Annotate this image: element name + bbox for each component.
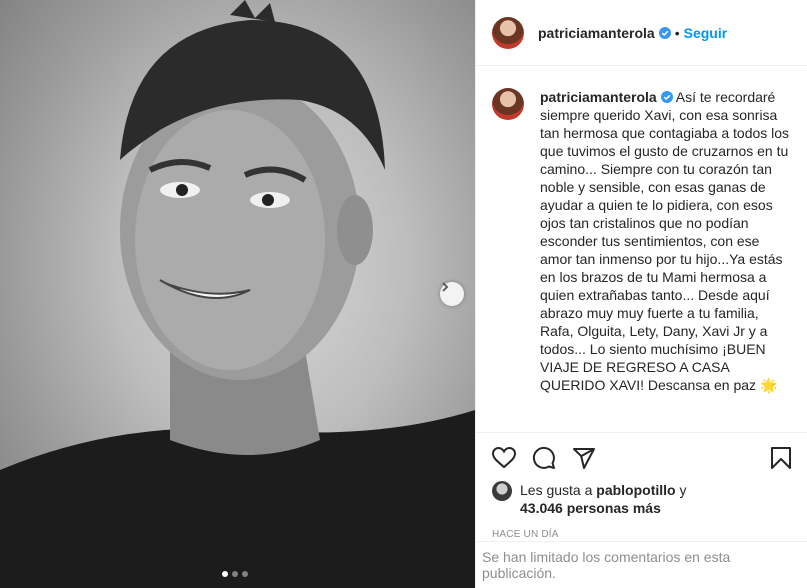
likes-count[interactable]: 43.046 personas más — [520, 500, 661, 516]
carousel-dot — [232, 571, 238, 577]
chevron-right-icon — [442, 282, 449, 292]
heart-icon — [492, 447, 516, 469]
liker-username[interactable]: pablopotillo — [596, 482, 675, 498]
save-button[interactable] — [770, 446, 792, 470]
caption-section: patriciamanterola Así te recordaré siemp… — [476, 66, 807, 432]
avatar[interactable] — [492, 16, 524, 49]
likes-summary: Les gusta a pablopotillo y 43.046 person… — [492, 481, 792, 517]
caption: patriciamanterola Así te recordaré siemp… — [540, 88, 792, 432]
follow-button[interactable]: Seguir — [684, 25, 728, 41]
username-link[interactable]: patriciamanterola — [538, 25, 655, 41]
like-button[interactable] — [492, 447, 516, 469]
post-photo — [0, 0, 475, 588]
post-actions: Les gusta a pablopotillo y 43.046 person… — [476, 432, 807, 540]
carousel-next-button[interactable] — [440, 282, 464, 306]
post-sidebar: patriciamanterola • Seguir patriciamante… — [475, 0, 807, 588]
post-timestamp[interactable]: HACE UN DÍA — [492, 529, 792, 540]
share-icon — [573, 448, 595, 469]
comments-limited-notice: Se han limitado los comentarios en esta … — [476, 541, 807, 588]
carousel-dot — [242, 571, 248, 577]
action-icons — [492, 443, 792, 473]
post-header: patriciamanterola • Seguir — [476, 0, 807, 66]
caption-username[interactable]: patriciamanterola — [540, 89, 657, 105]
share-button[interactable] — [572, 446, 596, 470]
avatar[interactable] — [492, 88, 524, 120]
verified-badge-icon — [658, 26, 671, 39]
comment-icon — [532, 446, 555, 469]
liker-avatar[interactable] — [492, 481, 512, 501]
carousel-indicator — [222, 571, 248, 577]
likes-prefix: Les gusta a — [520, 482, 597, 498]
bookmark-icon — [771, 447, 791, 469]
portrait-image — [0, 0, 475, 588]
separator-dot: • — [674, 24, 680, 41]
carousel-dot — [222, 571, 228, 577]
likes-and: y — [675, 482, 687, 498]
star-emoji: 🌟 — [759, 377, 778, 393]
caption-text: Así te recordaré siempre querido Xavi, c… — [540, 89, 790, 393]
verified-badge-icon — [660, 91, 673, 103]
comment-button[interactable] — [532, 446, 556, 470]
